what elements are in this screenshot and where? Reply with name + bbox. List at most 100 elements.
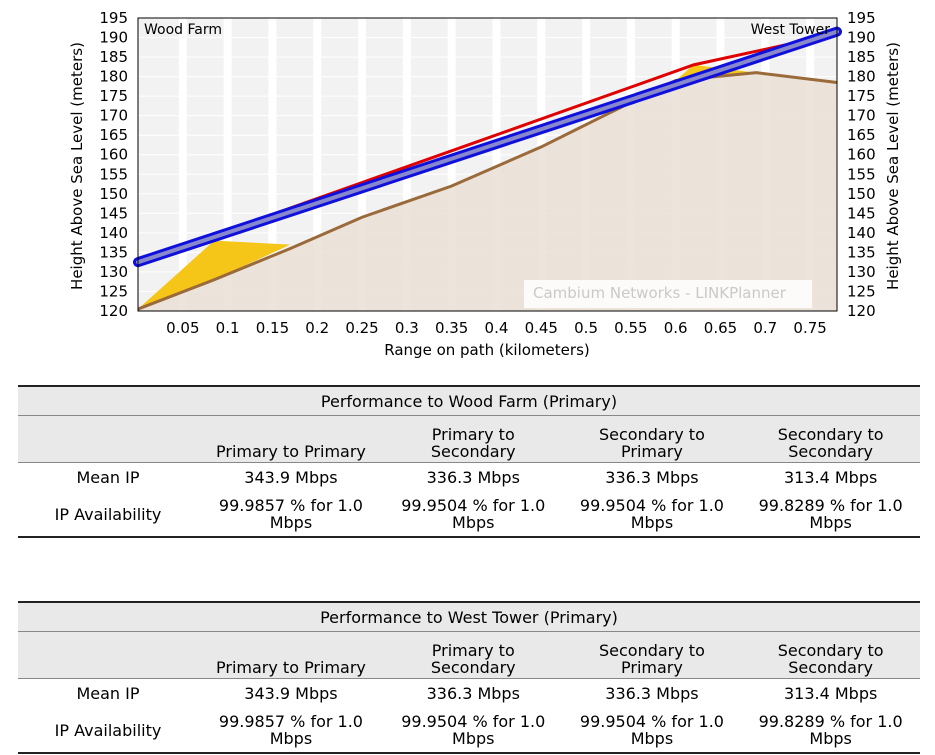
table-cell: 336.3 Mbps — [605, 468, 699, 487]
table-cell: 99.9504 % for 1.0 Mbps — [383, 708, 563, 754]
column-header: Secondary to Primary — [562, 415, 742, 463]
y-tick-label-left: 170 — [99, 107, 128, 125]
y-tick-label-left: 130 — [99, 263, 128, 281]
table-row: Mean IP 343.9 Mbps 336.3 Mbps 336.3 Mbps… — [18, 679, 920, 709]
corner-cell — [18, 415, 198, 463]
x-tick-label: 0.6 — [664, 319, 688, 337]
table-cell: 99.9857 % for 1.0 Mbps — [198, 708, 384, 754]
y-tick-label-right: 150 — [847, 185, 876, 203]
y-tick-label-right: 135 — [847, 243, 876, 261]
cell-line: Mbps — [630, 513, 674, 532]
header-line: Secondary — [788, 658, 873, 677]
x-tick-label: 0.4 — [485, 319, 509, 337]
y-tick-label-right: 160 — [847, 146, 876, 164]
y-tick-label-left: 160 — [99, 146, 128, 164]
y-tick-label-left: 185 — [99, 48, 128, 66]
x-axis-label: Range on path (kilometers) — [384, 341, 589, 359]
column-header: Primary to Secondary — [383, 415, 563, 463]
y-tick-label-right: 165 — [847, 126, 876, 144]
y-tick-label-left: 165 — [99, 126, 128, 144]
table-cell: 99.9504 % for 1.0 Mbps — [562, 492, 742, 538]
table-title: Performance to Wood Farm (Primary) — [18, 385, 920, 416]
y-axis-ticks-right: 120 125130 135140 145150 155160 165170 175180 1… — [847, 9, 876, 320]
y-tick-label-left: 190 — [99, 29, 128, 47]
table-row: IP Availability 99.9857 % for 1.0 Mbps 99… — [18, 492, 920, 538]
x-tick-label: 0.7 — [753, 319, 777, 337]
y-tick-label-left: 150 — [99, 185, 128, 203]
y-tick-label-left: 155 — [99, 165, 128, 183]
header-line: Primary — [621, 442, 683, 461]
y-tick-label-right: 155 — [847, 165, 876, 183]
y-tick-label-right: 180 — [847, 68, 876, 86]
x-tick-label: 0.25 — [345, 319, 378, 337]
right-site-label: West Tower — [751, 22, 831, 38]
x-tick-label: 0.3 — [395, 319, 419, 337]
column-header: Primary to Primary — [198, 631, 384, 679]
y-tick-label-left: 125 — [99, 282, 128, 300]
column-header: Primary to Secondary — [383, 631, 563, 679]
y-tick-label-right: 130 — [847, 263, 876, 281]
y-tick-label-right: 195 — [847, 9, 876, 27]
x-tick-label: 0.5 — [574, 319, 598, 337]
cell-line: Mbps — [452, 513, 495, 532]
row-label: IP Availability — [18, 492, 198, 538]
y-tick-label-left: 180 — [99, 68, 128, 86]
y-tick-label-right: 175 — [847, 87, 876, 105]
cell-line: Mbps — [630, 729, 674, 748]
header-line: Primary — [621, 658, 683, 677]
y-tick-label-right: 145 — [847, 204, 876, 222]
cell-line: Mbps — [809, 513, 852, 532]
watermark: Cambium Networks - LINKPlanner — [533, 284, 787, 302]
column-header: Secondary to Secondary — [741, 631, 920, 679]
row-label: Mean IP — [76, 468, 140, 487]
table-title: Performance to West Tower (Primary) — [18, 601, 920, 632]
x-tick-label: 0.75 — [793, 319, 826, 337]
column-header: Primary to Primary — [198, 415, 384, 463]
cell-line: Mbps — [269, 513, 313, 532]
row-label: IP Availability — [18, 708, 198, 754]
column-header: Secondary to Secondary — [741, 415, 920, 463]
y-tick-label-left: 140 — [99, 224, 128, 242]
table-cell: 99.8289 % for 1.0 Mbps — [741, 708, 920, 754]
table-cell: 343.9 Mbps — [244, 468, 338, 487]
x-axis-ticks: 0.05 0.1 0.15 0.2 0.25 0.3 0.35 0.4 0.45 0.5 0.55 0… — [166, 319, 827, 337]
y-tick-label-right: 120 — [847, 302, 876, 320]
column-header: Secondary to Primary — [562, 631, 742, 679]
x-tick-label: 0.55 — [614, 319, 647, 337]
x-tick-label: 0.2 — [305, 319, 329, 337]
y-tick-label-left: 135 — [99, 243, 128, 261]
header-line: Secondary — [788, 442, 873, 461]
table-cell: 99.9504 % for 1.0 Mbps — [562, 708, 742, 754]
cell-line: Mbps — [452, 729, 495, 748]
table-cell: 343.9 Mbps — [244, 684, 338, 703]
row-label: Mean IP — [76, 684, 140, 703]
y-tick-label-right: 140 — [847, 224, 876, 242]
x-tick-label: 0.45 — [525, 319, 558, 337]
y-axis-label-right: Height Above Sea Level (meters) — [884, 42, 902, 290]
table-cell: 99.9504 % for 1.0 Mbps — [383, 492, 563, 538]
table-cell: 336.3 Mbps — [426, 684, 520, 703]
x-tick-label: 0.65 — [704, 319, 737, 337]
y-tick-label-left: 145 — [99, 204, 128, 222]
y-tick-label-right: 185 — [847, 48, 876, 66]
cell-line: Mbps — [809, 729, 852, 748]
y-tick-label-right: 190 — [847, 29, 876, 47]
performance-table-wood-farm: Performance to Wood Farm (Primary) Prima… — [18, 385, 920, 538]
x-tick-label: 0.05 — [166, 319, 199, 337]
y-tick-label-right: 125 — [847, 282, 876, 300]
performance-table-west-tower: Performance to West Tower (Primary) Prim… — [18, 601, 920, 754]
table-cell: 99.9857 % for 1.0 Mbps — [198, 492, 384, 538]
y-axis-ticks-left: 120 125130 135140 145150 155160 165170 175180 1… — [99, 9, 128, 320]
y-tick-label-left: 120 — [99, 302, 128, 320]
y-tick-label-left: 175 — [99, 87, 128, 105]
table-cell: 313.4 Mbps — [783, 684, 878, 703]
y-tick-label-left: 195 — [99, 9, 128, 27]
table-cell: 99.8289 % for 1.0 Mbps — [741, 492, 920, 538]
x-tick-label: 0.15 — [256, 319, 289, 337]
x-tick-label: 0.35 — [435, 319, 468, 337]
header-line: Secondary — [430, 658, 516, 677]
table-row: Mean IP 343.9 Mbps 336.3 Mbps 336.3 Mbps… — [18, 463, 920, 493]
path-profile-chart: 0.05 0.1 0.15 0.2 0.25 0.3 0.35 0.4 0.45 0.5 0.55 0… — [68, 9, 902, 359]
table-cell: 336.3 Mbps — [426, 468, 520, 487]
table-cell: 313.4 Mbps — [783, 468, 878, 487]
